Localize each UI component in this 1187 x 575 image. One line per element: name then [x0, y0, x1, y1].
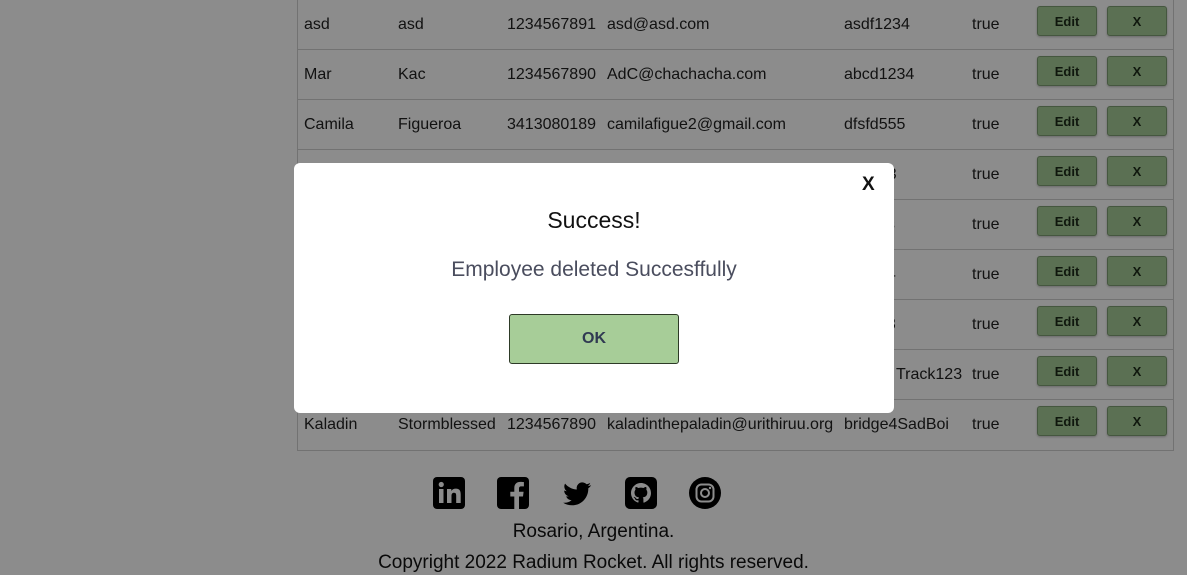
- ok-button[interactable]: OK: [509, 314, 679, 364]
- success-modal: X Success! Employee deleted Succesffully…: [294, 163, 894, 413]
- employees-page: asd asd 1234567891 asd@asd.com asdf1234 …: [0, 0, 1187, 575]
- close-icon[interactable]: X: [862, 174, 875, 196]
- modal-message: Employee deleted Succesffully: [451, 258, 737, 281]
- modal-title: Success!: [547, 207, 641, 233]
